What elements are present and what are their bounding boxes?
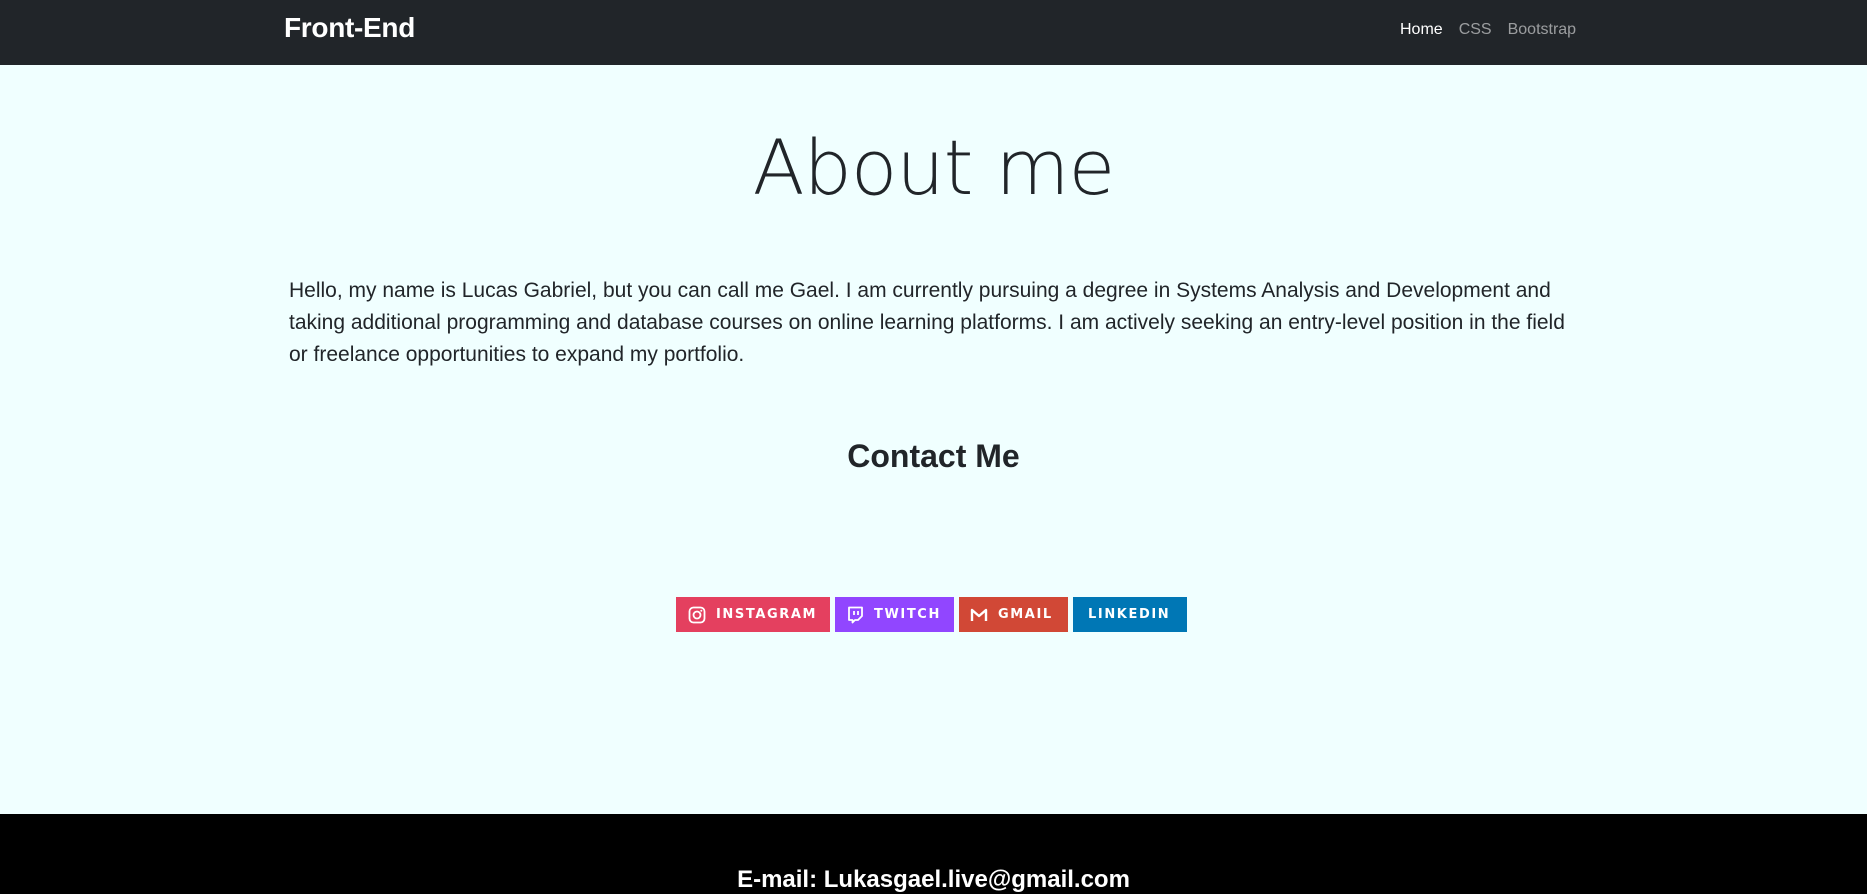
twitch-icon <box>846 606 864 624</box>
nav-link-home[interactable]: Home <box>1400 21 1443 39</box>
nav-link-css[interactable]: CSS <box>1459 21 1492 39</box>
page-title: About me <box>752 123 1116 212</box>
linkedin-badge-label: LINKEDIN <box>1088 607 1171 622</box>
footer: E-mail: Lukasgael.live@gmail.com <box>0 814 1867 894</box>
navbar: Front-End Home CSS Bootstrap <box>0 0 1867 65</box>
gmail-badge-link[interactable]: GMAIL <box>959 597 1068 632</box>
footer-email: E-mail: Lukasgael.live@gmail.com <box>737 866 1130 893</box>
gmail-badge-label: GMAIL <box>998 607 1053 622</box>
linkedin-badge-link[interactable]: LINKEDIN <box>1073 597 1187 632</box>
gmail-icon <box>970 606 988 624</box>
contact-badges: INSTAGRAM TWITCH GMAIL LINKEDIN <box>676 597 1187 632</box>
instagram-badge-label: INSTAGRAM <box>716 607 818 622</box>
contact-heading: Contact Me <box>847 438 1020 474</box>
instagram-badge-link[interactable]: INSTAGRAM <box>676 597 830 632</box>
bio-paragraph: Hello, my name is Lucas Gabriel, but you… <box>289 279 1565 366</box>
twitch-badge-link[interactable]: TWITCH <box>835 597 954 632</box>
instagram-icon <box>688 606 706 624</box>
brand-link[interactable]: Front-End <box>284 12 415 44</box>
twitch-badge-label: TWITCH <box>874 607 941 622</box>
nav-links: Home CSS Bootstrap <box>1400 21 1576 39</box>
nav-link-bootstrap[interactable]: Bootstrap <box>1508 21 1576 39</box>
main-content: About me Hello, my name is Lucas Gabriel… <box>0 65 1867 814</box>
